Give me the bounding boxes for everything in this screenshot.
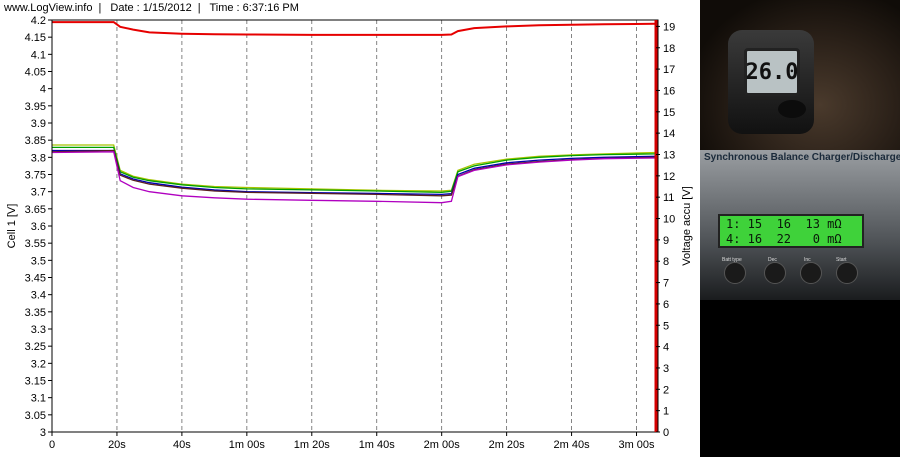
y-tick-label-left: 3.7 (31, 187, 46, 199)
date-label: Date : 1/15/2012 (110, 2, 192, 14)
y-tick-label-right: 11 (663, 192, 674, 204)
x-tick-label: 2m 40s (554, 439, 591, 451)
series-line-3 (52, 149, 657, 196)
thermometer-button (778, 100, 806, 118)
y-tick-label-left: 3.15 (25, 376, 46, 388)
y-tick-label-right: 3 (663, 363, 669, 375)
batt-type-knob (724, 262, 746, 284)
stage: 3 3.05 3.1 3.15 3.2 3.25 3.3 3.35 3.4 3.45 3.5 3.55… (0, 0, 900, 457)
charger-photo: Synchronous Balance Charger/Discharger 1… (700, 150, 900, 300)
y-tick-label-left: 3.6 (31, 221, 46, 233)
y-tick-label-right: 5 (663, 320, 669, 332)
chart: 3 3.05 3.1 3.15 3.2 3.25 3.3 3.35 3.4 3.45 3.5 3.55… (6, 15, 693, 451)
header: www.LogView.info | Date : 1/15/2012 | Time… (4, 2, 299, 14)
x-ticks: 0 20s 40s 1m 00s 1m 20s 1m 40s 2m 00s 2m 20s 2m … (49, 432, 655, 451)
y-tick-label-right: 10 (663, 214, 675, 226)
y-tick-label-right: 6 (663, 299, 669, 311)
x-tick-label: 20s (108, 439, 126, 451)
time-label: Time : 6:37:16 PM (209, 2, 299, 14)
y-tick-label-right: 2 (663, 384, 669, 396)
y-tick-label-left: 3.95 (25, 101, 46, 113)
y-tick-label-left: 3.05 (25, 410, 46, 422)
x-tick-label: 1m 20s (294, 439, 331, 451)
y-tick-label-left: 3.75 (25, 170, 46, 182)
y-axis-label-left: Cell 1 [V] (6, 204, 18, 249)
y-tick-label-right: 0 (663, 427, 669, 439)
thermometer-reading: 26.0 (745, 59, 799, 85)
y-tick-label-left: 4.15 (25, 32, 46, 44)
y-tick-label-left: 4 (40, 84, 46, 96)
y-tick-label-right: 14 (663, 128, 675, 140)
y-tick-label-left: 4.05 (25, 67, 46, 79)
y-tick-label-left: 3.9 (31, 118, 46, 130)
plot-frame (51, 19, 659, 433)
x-tick-label: 1m 40s (359, 439, 396, 451)
grid-layer (116, 20, 637, 432)
y-tick-label-right: 7 (663, 278, 669, 290)
start-knob (836, 262, 858, 284)
y-tick-label-right: 1 (663, 406, 669, 418)
thermometer-photo: 26.0 (700, 0, 900, 150)
x-tick-label: 2m 20s (489, 439, 526, 451)
lcd-line-2: 4: 16 22 0 mΩ (726, 232, 842, 246)
y-tick-label-left: 3.25 (25, 341, 46, 353)
y-tick-label-right: 19 (663, 21, 675, 33)
y-tick-label-left: 3 (40, 427, 46, 439)
x-tick-label: 3m 00s (618, 439, 655, 451)
y-tick-label-right: 17 (663, 64, 675, 76)
y-tick-label-right: 16 (663, 85, 675, 97)
y-tick-label-left: 4.2 (31, 15, 46, 27)
series-layer (51, 21, 657, 204)
y-tick-label-left: 3.65 (25, 204, 46, 216)
y-axis-label-right: Voltage accu [V] (681, 186, 693, 266)
left-ticks: 3 3.05 3.1 3.15 3.2 3.25 3.3 3.35 3.4 3.45 3.5 3.55… (25, 15, 52, 439)
dec-knob (764, 262, 786, 284)
site-label: www.LogView.info (4, 2, 93, 14)
lcd-line-1: 1: 15 16 13 mΩ (726, 217, 842, 231)
x-tick-label: 2m 00s (424, 439, 461, 451)
y-tick-label-left: 3.85 (25, 135, 46, 147)
inc-knob (800, 262, 822, 284)
thermometer-display: 26.0 (744, 48, 800, 96)
x-tick-label: 0 (49, 439, 55, 451)
y-tick-label-right: 18 (663, 43, 675, 55)
y-tick-label-right: 12 (663, 171, 675, 183)
charger-title: Synchronous Balance Charger/Discharger (704, 152, 900, 163)
y-tick-label-right: 4 (663, 342, 669, 354)
y-tick-label-left: 3.3 (31, 324, 46, 336)
y-tick-label-left: 3.35 (25, 307, 46, 319)
series-line-4 (51, 149, 657, 197)
y-tick-label-right: 8 (663, 256, 669, 268)
y-tick-label-left: 3.8 (31, 152, 46, 164)
photo-panel: 26.0 Synchronous Balance Charger/Dischar… (700, 0, 900, 457)
x-tick-label: 40s (173, 439, 191, 451)
y-tick-label-right: 13 (663, 149, 675, 161)
x-tick-label: 1m 00s (229, 439, 266, 451)
y-tick-label-left: 3.4 (31, 290, 46, 302)
y-tick-label-left: 3.2 (31, 358, 46, 370)
series-line-1 (52, 144, 657, 192)
y-tick-label-right: 15 (663, 107, 675, 119)
y-tick-label-left: 3.5 (31, 255, 46, 267)
y-tick-label-left: 3.45 (25, 273, 46, 285)
y-tick-label-left: 4.1 (31, 49, 46, 61)
series-line-0 (52, 21, 657, 36)
right-ticks: 012345678910111213141516171819 (656, 21, 675, 439)
series-line-2 (52, 146, 657, 194)
y-tick-label-left: 3.55 (25, 238, 46, 250)
y-tick-label-left: 3.1 (31, 393, 46, 405)
y-tick-label-right: 9 (663, 235, 669, 247)
charger-lcd: 1: 15 16 13 mΩ 4: 16 22 0 mΩ (718, 214, 864, 248)
